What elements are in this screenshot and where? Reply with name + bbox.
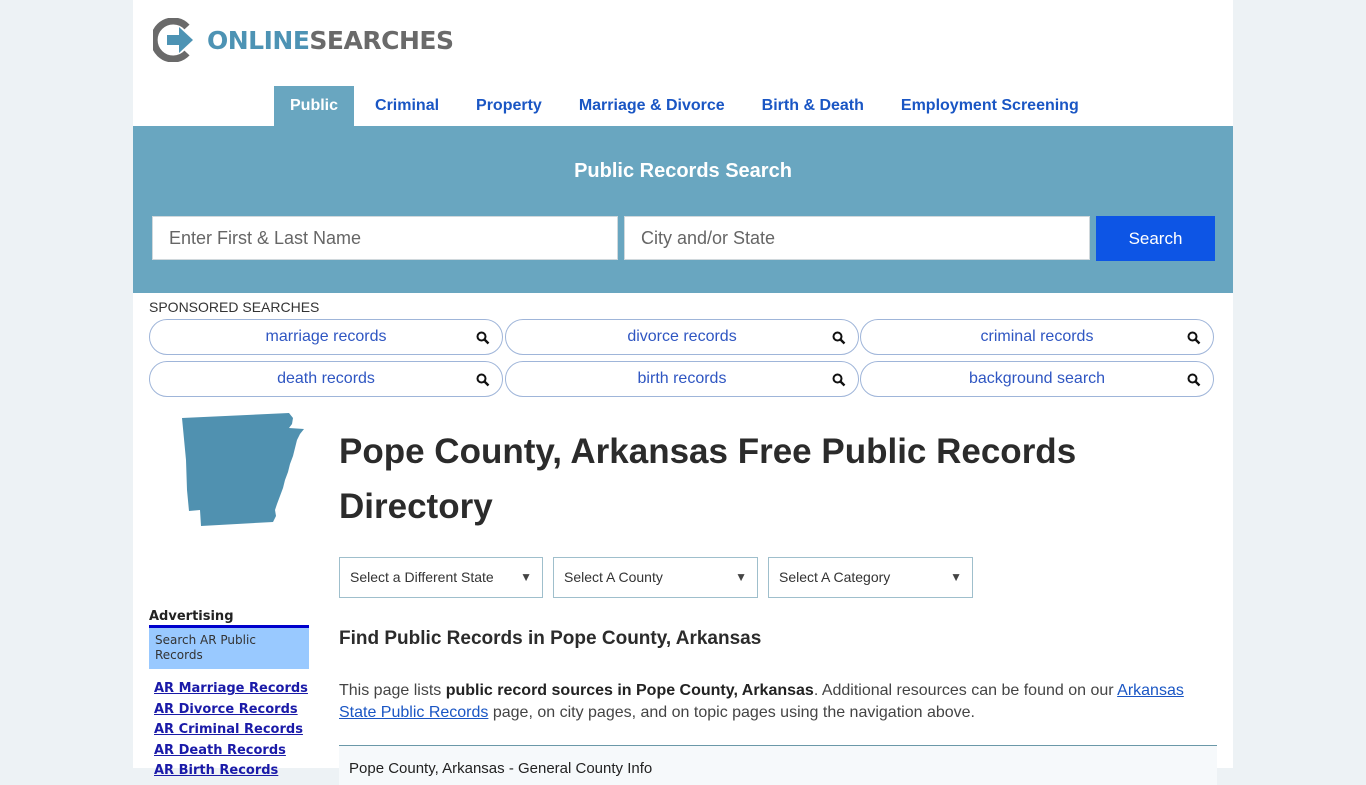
advertising-label: Advertising — [149, 609, 234, 624]
county-info-title: Pope County, Arkansas - General County I… — [349, 760, 653, 777]
intro-bold: public record sources in Pope County, Ar… — [445, 682, 814, 699]
category-select[interactable]: Select A Category ▼ — [768, 557, 973, 598]
sidebar-link-divorce[interactable]: AR Divorce Records — [154, 700, 308, 721]
search-icon — [1187, 373, 1201, 387]
sponsored-pill-divorce-records[interactable]: divorce records — [505, 319, 859, 355]
main-nav: Public Criminal Property Marriage & Divo… — [274, 86, 1100, 126]
intro-paragraph: This page lists public record sources in… — [339, 680, 1209, 724]
sponsored-pill-marriage-records[interactable]: marriage records — [149, 319, 503, 355]
sidebar-link-death[interactable]: AR Death Records — [154, 741, 308, 762]
pill-label: criminal records — [980, 328, 1094, 345]
hero-title: Public Records Search — [574, 160, 792, 182]
nav-item-criminal[interactable]: Criminal — [359, 86, 455, 126]
sidebar-links: AR Marriage Records AR Divorce Records A… — [154, 679, 308, 782]
nav-item-property[interactable]: Property — [460, 86, 558, 126]
city-state-input[interactable] — [624, 216, 1090, 260]
intro-prefix: This page lists — [339, 682, 446, 699]
section-heading: Find Public Records in Pope County, Arka… — [339, 628, 762, 649]
sidebar-link-marriage[interactable]: AR Marriage Records — [154, 679, 308, 700]
intro-middle: . Additional resources can be found on o… — [813, 682, 1118, 699]
nav-item-public[interactable]: Public — [274, 86, 355, 126]
search-icon — [1187, 331, 1201, 345]
county-info-box: Pope County, Arkansas - General County I… — [339, 745, 1217, 785]
caret-down-icon: ▼ — [520, 570, 532, 584]
search-icon — [832, 331, 846, 345]
caret-down-icon: ▼ — [950, 570, 962, 584]
nav-item-birth-death[interactable]: Birth & Death — [746, 86, 880, 126]
sponsored-pill-death-records[interactable]: death records — [149, 361, 503, 397]
name-input[interactable] — [152, 216, 618, 260]
page-container: ONLINESEARCHES Public Criminal Property … — [133, 0, 1233, 785]
pill-label: marriage records — [265, 328, 387, 345]
county-select-label: Select A County — [564, 569, 663, 585]
state-select-label: Select a Different State — [350, 569, 494, 585]
logo-online-text: ONLINE — [207, 25, 310, 55]
site-logo[interactable]: ONLINESEARCHES — [153, 18, 454, 62]
sponsored-pill-birth-records[interactable]: birth records — [505, 361, 859, 397]
sidebar-link-criminal[interactable]: AR Criminal Records — [154, 720, 308, 741]
sidebar-link-birth[interactable]: AR Birth Records — [154, 761, 308, 782]
logo-text: ONLINESEARCHES — [207, 25, 454, 55]
page-title: Pope County, Arkansas Free Public Record… — [339, 432, 1077, 526]
ad-box[interactable]: Search AR Public Records — [149, 625, 309, 669]
intro-suffix: page, on city pages, and on topic pages … — [488, 704, 975, 721]
search-button[interactable]: Search — [1096, 216, 1215, 261]
pill-label: divorce records — [627, 328, 737, 345]
category-select-label: Select A Category — [779, 569, 891, 585]
sponsored-pill-background-search[interactable]: background search — [860, 361, 1214, 397]
search-icon — [832, 373, 846, 387]
pill-label: birth records — [637, 370, 727, 387]
search-icon — [476, 331, 490, 345]
caret-down-icon: ▼ — [735, 570, 747, 584]
nav-item-marriage-divorce[interactable]: Marriage & Divorce — [563, 86, 741, 126]
nav-item-employment-screening[interactable]: Employment Screening — [885, 86, 1095, 126]
search-icon — [476, 373, 490, 387]
pill-label: background search — [968, 370, 1106, 387]
logo-arrow-icon — [153, 18, 193, 62]
state-select[interactable]: Select a Different State ▼ — [339, 557, 543, 598]
county-select[interactable]: Select A County ▼ — [553, 557, 758, 598]
sponsored-searches-label: SPONSORED SEARCHES — [149, 299, 320, 315]
logo-searches-text: SEARCHES — [309, 25, 454, 55]
sponsored-pill-criminal-records[interactable]: criminal records — [860, 319, 1214, 355]
pill-label: death records — [277, 370, 375, 387]
arkansas-map-icon — [182, 413, 304, 526]
search-hero: Public Records Search Search — [133, 126, 1233, 293]
